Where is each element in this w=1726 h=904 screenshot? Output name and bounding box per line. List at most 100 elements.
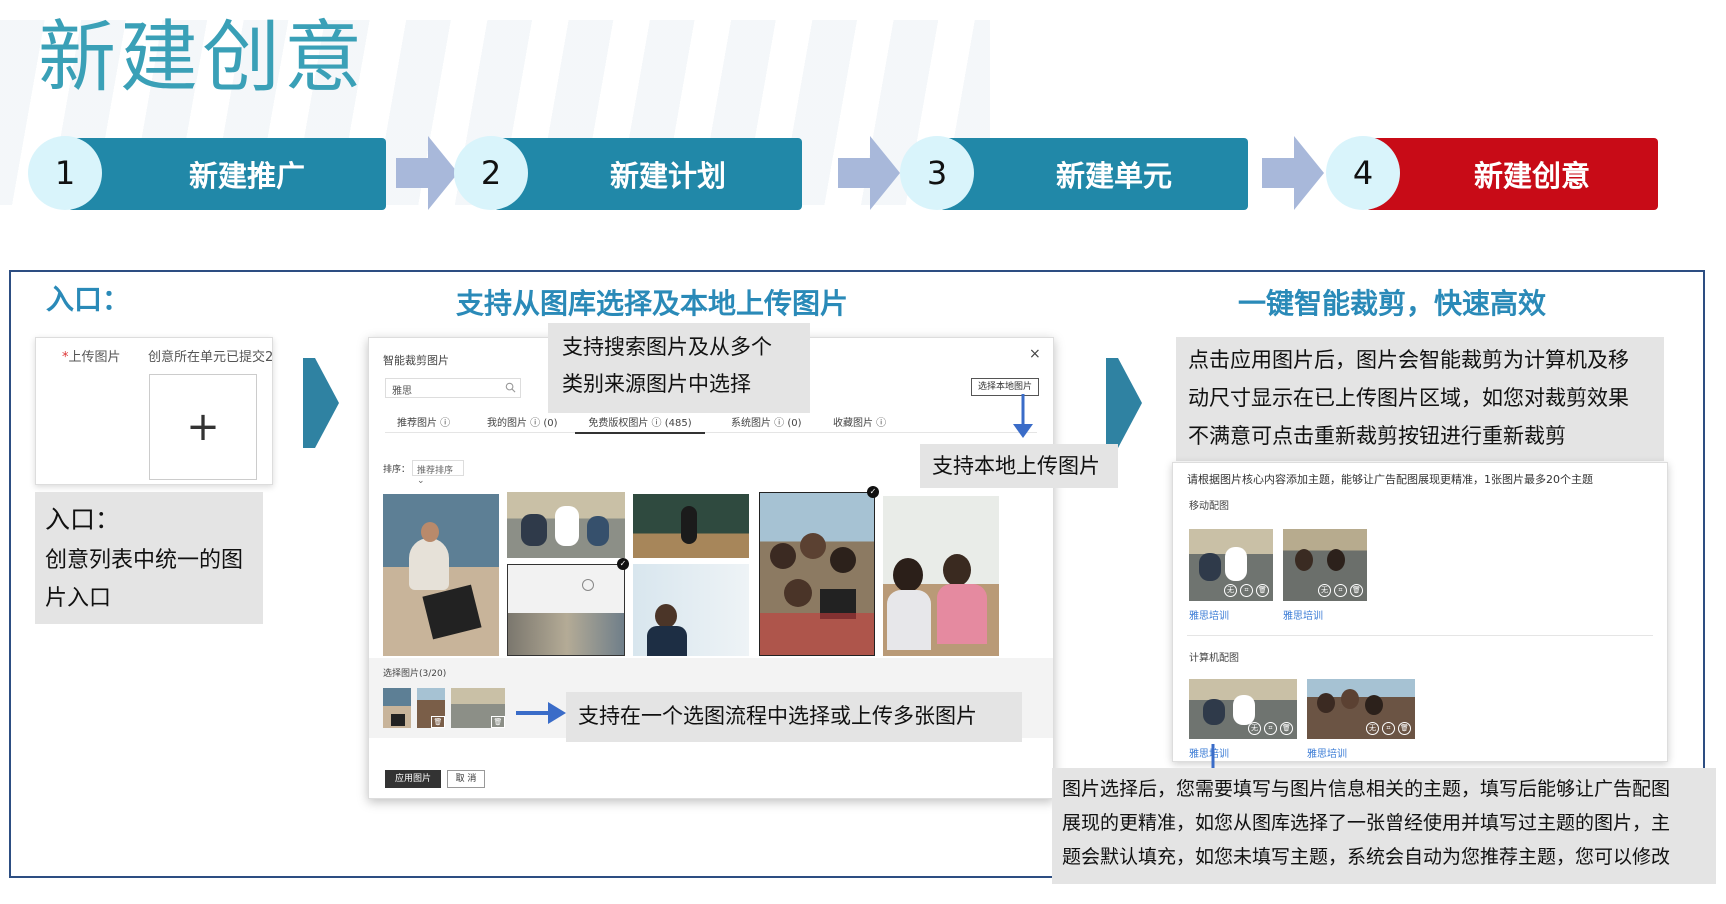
crop-desc-line3: 不满意可点击重新裁剪按钮进行重新裁剪 xyxy=(1188,424,1566,449)
image-tile[interactable] xyxy=(383,494,499,656)
step-arrow-2 xyxy=(838,136,900,210)
chevron-arrow-right xyxy=(1106,358,1142,448)
upload-hint: 创意所在单元已提交2 xyxy=(148,350,272,365)
step-4-number: 4 xyxy=(1326,136,1400,210)
entry-note: 入口： 创意列表中统一的图 片入口 xyxy=(35,492,263,624)
entry-note-line1: 创意列表中统一的图 xyxy=(45,547,244,573)
selected-count: 选择图片(3/20) xyxy=(383,669,447,679)
trash-icon[interactable]: 🗑 xyxy=(491,716,505,728)
desktop-image[interactable]: 无 ⌗ 🗑 xyxy=(1189,679,1297,739)
step-arrow-3 xyxy=(1262,136,1324,210)
callout-local-upload: 支持本地上传图片 xyxy=(920,444,1118,488)
callout-search-multi: 支持搜索图片及从多个 类别来源图片中选择 xyxy=(548,323,810,413)
image-tools: 无 ⌗ 🗑 xyxy=(1318,584,1363,597)
tab-system-images[interactable]: 系统图片 ⓘ (0) xyxy=(731,414,802,432)
image-tile[interactable] xyxy=(633,494,749,558)
selected-thumbnail[interactable] xyxy=(383,688,411,728)
topic-desc-line3: 题会默认填充，如您未填写主题，系统会自动为您推荐主题，您可以修改 xyxy=(1062,846,1671,869)
sort-select[interactable]: 推荐排序 ⌄ xyxy=(412,460,464,486)
image-tile[interactable] xyxy=(883,496,999,656)
crop-heading: 一键智能裁剪，快速高效 xyxy=(1238,287,1547,320)
callout-search-line2: 类别来源图片中选择 xyxy=(562,371,751,396)
image-tile[interactable] xyxy=(633,564,749,656)
step-4-label: 新建创意 xyxy=(1473,159,1590,193)
step-2-number: 2 xyxy=(454,136,528,210)
chevron-arrow-left xyxy=(303,358,339,448)
delete-icon[interactable]: 🗑 xyxy=(1256,584,1269,597)
step-3-label: 新建单元 xyxy=(1055,159,1172,193)
dialog-tab-row: 推荐图片 ⓘ 我的图片 ⓘ (0) 免费版权图片 ⓘ (485) 系统图片 ⓘ … xyxy=(385,414,1037,434)
upload-label: *上传图片 xyxy=(62,346,121,365)
no-topic-icon[interactable]: 无 xyxy=(1318,584,1331,597)
mobile-image-topic[interactable]: 雅思培训 xyxy=(1189,607,1229,622)
delete-icon[interactable]: 🗑 xyxy=(1280,722,1293,735)
mobile-image[interactable]: 无 ⌗ 🗑 xyxy=(1189,529,1273,601)
page-title: 新建创意 xyxy=(38,13,367,103)
step-2-bar[interactable]: 新建计划 xyxy=(494,138,802,210)
image-tile[interactable] xyxy=(507,492,625,558)
callout-multi-select: 支持在一个选图流程中选择或上传多张图片 xyxy=(566,692,1022,742)
arrow-right-icon xyxy=(516,702,566,724)
upload-image-panel: *上传图片 创意所在单元已提交2 + xyxy=(35,337,273,485)
search-icon[interactable] xyxy=(505,382,516,393)
image-tools: 无 ⌗ 🗑 xyxy=(1248,722,1293,735)
desktop-label: 计算机配图 xyxy=(1189,653,1239,664)
step-1-number: 1 xyxy=(28,136,102,210)
preview-instruction: 请根据图片核心内容添加主题，能够让广告配图展现更精准，1张图片最多20个主题 xyxy=(1187,473,1593,486)
cancel-button[interactable]: 取 消 xyxy=(447,770,485,788)
entry-note-line2: 片入口 xyxy=(45,586,112,612)
mobile-image-topic[interactable]: 雅思培训 xyxy=(1283,607,1323,622)
callout-topic-desc: 图片选择后，您需要填写与图片信息相关的主题，填写后能够让广告配图 展现的更精准，… xyxy=(1052,768,1716,884)
upload-label-text: 上传图片 xyxy=(68,350,121,365)
no-topic-icon[interactable]: 无 xyxy=(1248,722,1261,735)
crop-icon[interactable]: ⌗ xyxy=(1240,584,1253,597)
crop-icon[interactable]: ⌗ xyxy=(1382,722,1395,735)
desktop-image-topic[interactable]: 雅思培训 xyxy=(1307,745,1347,760)
dialog-search-value: 雅思 xyxy=(392,386,412,397)
step-3-bar[interactable]: 新建单元 xyxy=(940,138,1248,210)
library-heading: 支持从图库选择及本地上传图片 xyxy=(456,287,849,320)
step-4-bar[interactable]: 新建创意 xyxy=(1366,138,1658,210)
arrow-down-icon xyxy=(1013,394,1033,438)
mobile-image[interactable]: 无 ⌗ 🗑 xyxy=(1283,529,1367,601)
dialog-close-icon[interactable]: × xyxy=(1029,346,1041,362)
step-arrow-1 xyxy=(396,136,458,210)
dialog-search-input[interactable]: 雅思 xyxy=(385,378,521,398)
entry-heading: 入口： xyxy=(46,283,131,316)
delete-icon[interactable]: 🗑 xyxy=(1398,722,1411,735)
selected-thumbnail[interactable]: 🗑 xyxy=(451,688,505,728)
tab-favorite-images[interactable]: 收藏图片 ⓘ xyxy=(833,414,886,432)
preview-divider xyxy=(1187,635,1653,636)
dialog-title: 智能裁剪图片 xyxy=(383,354,449,367)
plus-icon: + xyxy=(186,404,220,450)
step-1-label: 新建推广 xyxy=(188,159,305,193)
apply-images-button[interactable]: 应用图片 xyxy=(385,770,441,788)
selected-thumbnail[interactable]: 🗑 xyxy=(417,688,445,728)
sort-label: 排序： xyxy=(383,465,411,475)
tab-recommended[interactable]: 推荐图片 ⓘ xyxy=(397,414,450,432)
image-tile-selected[interactable] xyxy=(759,492,875,656)
step-3-number: 3 xyxy=(900,136,974,210)
crop-icon[interactable]: ⌗ xyxy=(1334,584,1347,597)
upload-add-button[interactable]: + xyxy=(149,374,257,480)
tab-my-images[interactable]: 我的图片 ⓘ (0) xyxy=(487,414,558,432)
image-tile-selected[interactable] xyxy=(507,564,625,656)
desktop-image[interactable]: 无 ⌗ 🗑 xyxy=(1307,679,1415,739)
no-topic-icon[interactable]: 无 xyxy=(1224,584,1237,597)
step-1-bar[interactable]: 新建推广 xyxy=(68,138,386,210)
check-icon: ✓ xyxy=(617,558,629,570)
no-topic-icon[interactable]: 无 xyxy=(1366,722,1379,735)
cropped-preview-panel: 请根据图片核心内容添加主题，能够让广告配图展现更精准，1张图片最多20个主题 移… xyxy=(1172,462,1668,762)
callout-crop-desc: 点击应用图片后，图片会智能裁剪为计算机及移 动尺寸显示在已上传图片区域，如您对裁… xyxy=(1176,337,1664,461)
topic-desc-line1: 图片选择后，您需要填写与图片信息相关的主题，填写后能够让广告配图 xyxy=(1062,778,1671,800)
delete-icon[interactable]: 🗑 xyxy=(1350,584,1363,597)
crop-icon[interactable]: ⌗ xyxy=(1264,722,1277,735)
step-2-label: 新建计划 xyxy=(609,159,726,193)
entry-note-title: 入口： xyxy=(45,505,121,534)
image-tools: 无 ⌗ 🗑 xyxy=(1224,584,1269,597)
image-tools: 无 ⌗ 🗑 xyxy=(1366,722,1411,735)
callout-search-line1: 支持搜索图片及从多个 xyxy=(562,335,772,359)
tab-free-images[interactable]: 免费版权图片 ⓘ (485) xyxy=(575,414,705,434)
trash-icon[interactable]: 🗑 xyxy=(431,716,445,728)
crop-desc-line1: 点击应用图片后，图片会智能裁剪为计算机及移 xyxy=(1188,348,1629,372)
